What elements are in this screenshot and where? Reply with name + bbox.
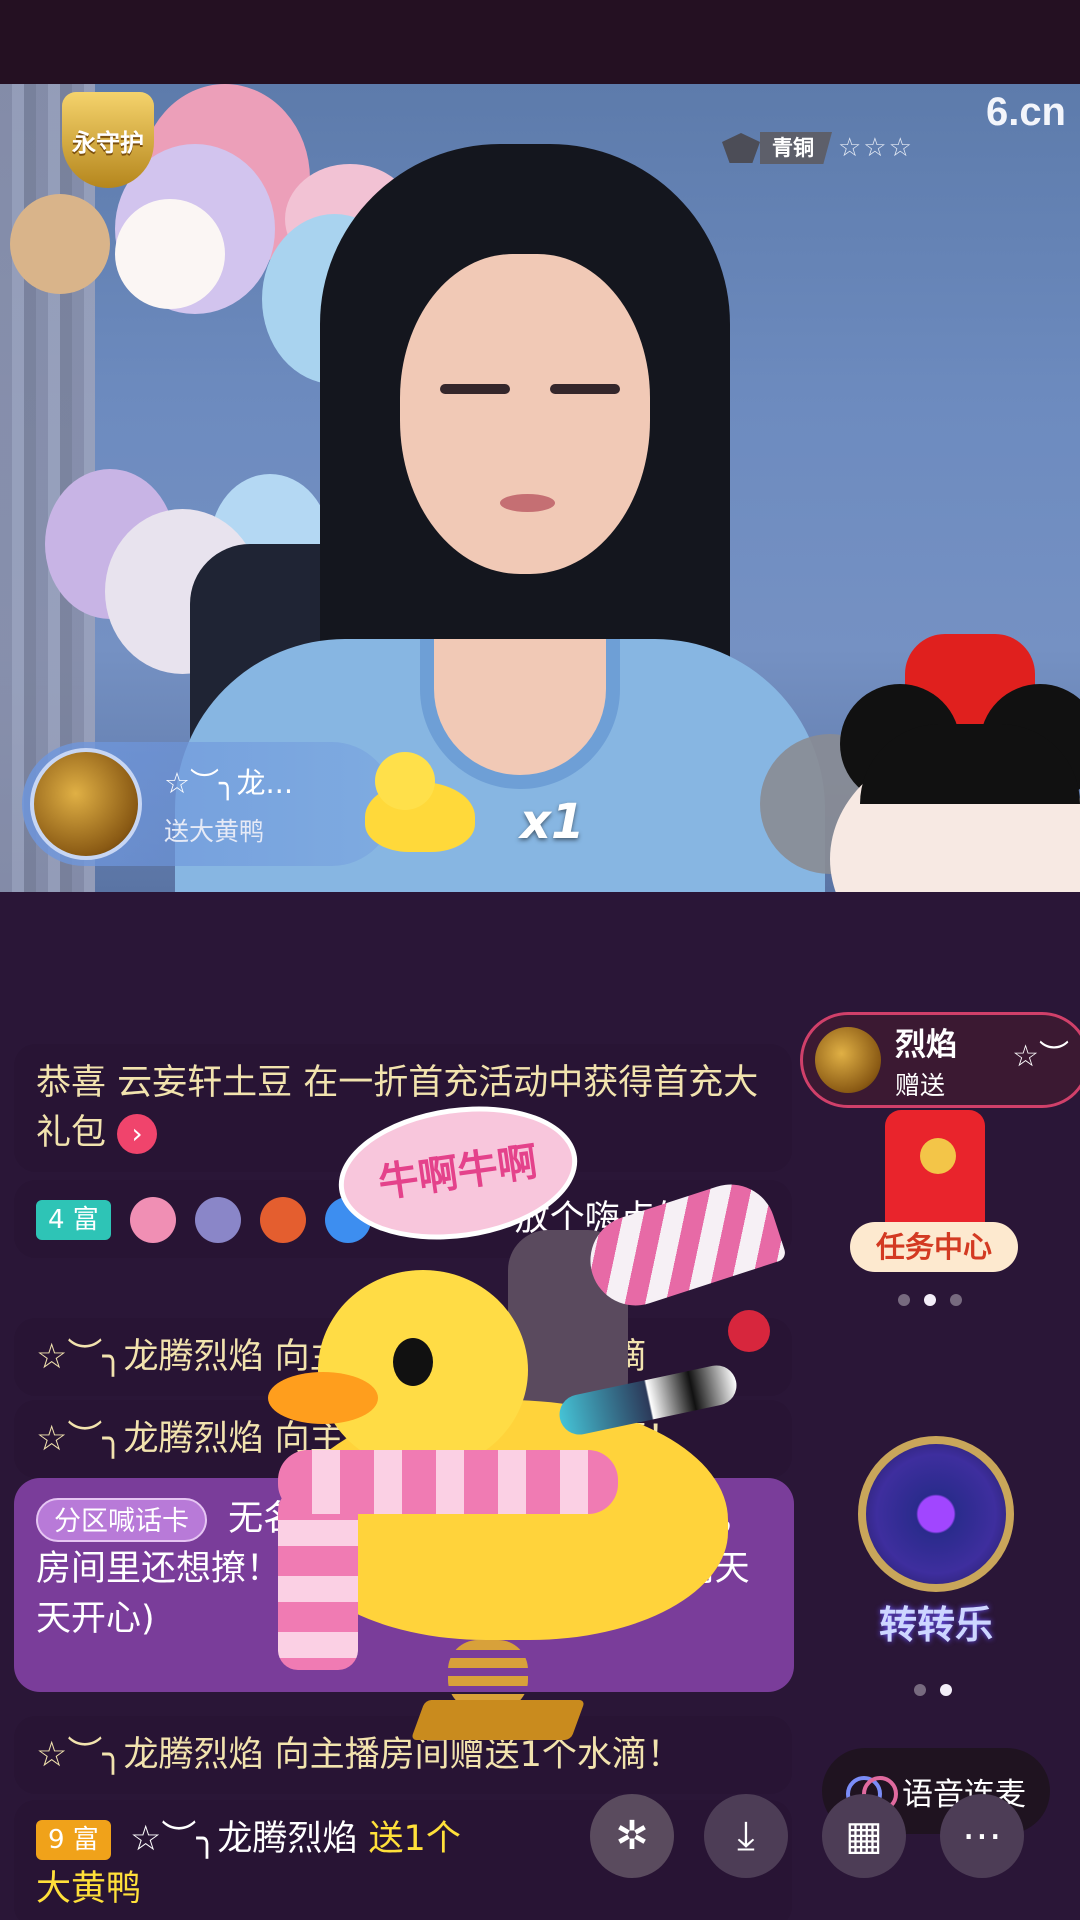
level-badge: 4 富 (36, 1200, 111, 1240)
guard-badge[interactable]: 永守护 (62, 92, 154, 188)
duck-beak (268, 1372, 378, 1424)
chat-user: ☆︶╮龙腾烈焰 (129, 1819, 358, 1859)
avatar[interactable] (30, 748, 142, 860)
gift-user: ☆︶╮龙... (164, 766, 294, 800)
anchor-rank[interactable]: 青铜 ☆☆☆ (722, 130, 914, 166)
grid-icon[interactable]: ▦ (822, 1794, 906, 1878)
diamond-badge-icon (195, 1197, 242, 1243)
gift-action: 赠送 (895, 1070, 946, 1100)
gift-user: 烈焰 (895, 1026, 957, 1063)
heart-badge-icon (129, 1197, 176, 1243)
wheel-icon[interactable] (858, 1436, 1014, 1592)
carousel-dots (898, 1294, 962, 1306)
download-icon[interactable]: ⤓ (704, 1794, 788, 1878)
avatar[interactable] (815, 1027, 881, 1093)
streamer-mouth (500, 494, 555, 512)
rank-stars: ☆☆☆ (838, 133, 914, 163)
duck-gift-animation (258, 1172, 788, 1750)
rank-diamond-icon (722, 133, 760, 163)
list-item[interactable]: 9 富 ☆︶╮龙腾烈焰 送1个大黄鸭 (14, 1800, 792, 1920)
more-icon[interactable]: ⋯ (940, 1794, 1024, 1878)
status-bar (0, 0, 1080, 84)
live-video[interactable]: 永守护 6.cn 青铜 ☆☆☆ ☆︶╮龙... 送大黄鸭 x1 (0, 84, 1080, 892)
shout-tag: 分区喊话卡 (36, 1498, 207, 1542)
level-badge: 9 富 (36, 1820, 111, 1860)
streamer-eye (550, 384, 620, 394)
streamer-eye (440, 384, 510, 394)
rank-label: 青铜 (760, 132, 832, 164)
gift-notice[interactable]: ☆︶╮龙... 送大黄鸭 (22, 742, 394, 866)
bubble-text: 牛啊牛啊 (375, 1139, 541, 1207)
pinwheel-icon[interactable]: ✲ (590, 1794, 674, 1878)
bunny-sticker (115, 199, 225, 309)
duck-scarf (278, 1450, 618, 1514)
spring-base (410, 1700, 586, 1740)
gift-action: 送大黄鸭 (164, 817, 265, 846)
wheel-button[interactable]: 转转乐 (846, 1594, 1026, 1649)
chevron-right-icon[interactable]: › (117, 1114, 158, 1154)
bear-sticker (10, 194, 110, 294)
side-gift-notice[interactable]: 烈焰 赠送 ☆︶ (800, 1012, 1080, 1108)
gift-multiplier: x1 (520, 794, 585, 850)
streamer-face (400, 254, 650, 574)
task-center-button[interactable]: 任务中心 (850, 1222, 1018, 1272)
site-logo: 6.cn (985, 90, 1066, 134)
duck-eye (393, 1338, 433, 1386)
gift-star: ☆︶ (1012, 1039, 1069, 1074)
carousel-dots (914, 1684, 952, 1696)
duck-gift-icon (365, 752, 475, 852)
